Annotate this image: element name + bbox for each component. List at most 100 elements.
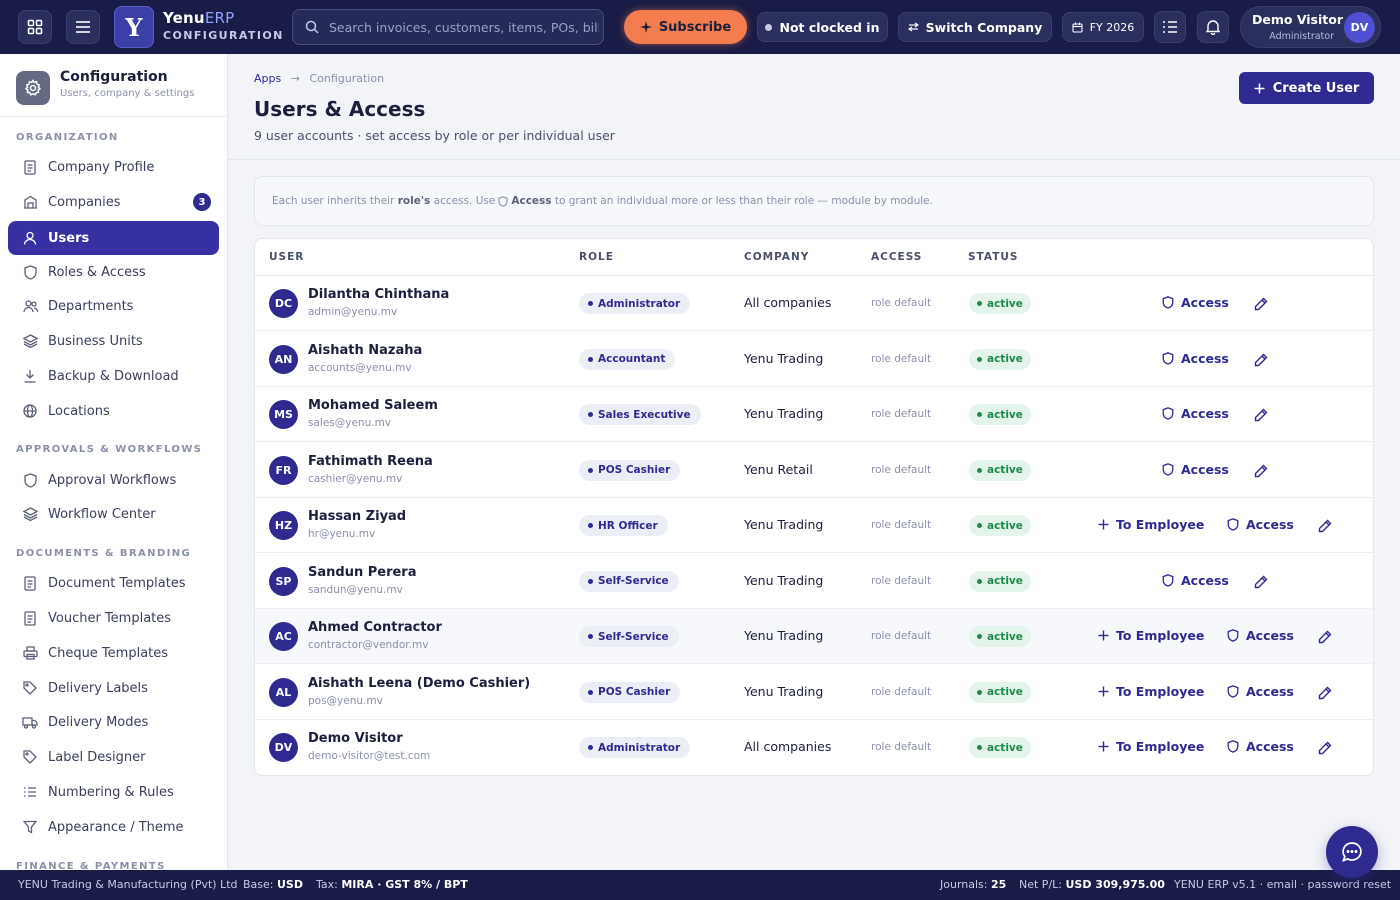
access-label: Access <box>1246 683 1294 699</box>
sidebar-item-label: Approval Workflows <box>48 472 177 488</box>
user-email: admin@yenu.mv <box>308 306 398 318</box>
status-badge: active <box>969 681 1031 703</box>
layers-icon <box>22 506 38 522</box>
breadcrumb-apps[interactable]: Apps <box>254 72 281 85</box>
plus-icon <box>1098 630 1109 641</box>
sidebar-item-label: Locations <box>48 403 110 419</box>
edit-icon[interactable] <box>1318 685 1332 699</box>
status-badge: active <box>969 570 1031 592</box>
sidebar-item-companies[interactable]: Companies 3 <box>8 185 219 219</box>
search-input[interactable] <box>329 19 599 35</box>
to-employee-button[interactable]: To Employee <box>1098 684 1204 699</box>
header-company: COMPANY <box>744 251 810 263</box>
search-icon <box>305 20 319 34</box>
sidebar-item-label-designer[interactable]: Label Designer <box>8 740 219 774</box>
create-user-button[interactable]: Create User <box>1239 72 1374 104</box>
truck-icon <box>22 714 38 730</box>
user-name: Hassan Ziyad <box>308 509 407 524</box>
access-button[interactable]: Access <box>1162 573 1229 588</box>
access-label: Access <box>1246 739 1294 754</box>
footer-net-pl: Net P/L: USD 309,975.00 <box>1019 878 1165 891</box>
global-search[interactable] <box>292 9 604 45</box>
table-header: USER ROLE COMPANY ACCESS STATUS <box>255 239 1373 276</box>
edit-icon[interactable] <box>1254 296 1268 311</box>
sidebar-item-company-profile[interactable]: Company Profile <box>8 150 219 184</box>
header-user: USER <box>269 251 305 263</box>
role-badge: Administrator <box>579 293 691 314</box>
sidebar-item-workflow-center[interactable]: Workflow Center <box>8 497 219 531</box>
footer-journals: Journals: 25 <box>940 878 1007 891</box>
plus-icon <box>1098 686 1109 696</box>
sidebar-item-cheque-templates[interactable]: Cheque Templates <box>8 636 219 670</box>
section-documents: DOCUMENTS & BRANDING <box>16 548 192 559</box>
subscribe-button[interactable]: Subscribe <box>624 10 747 44</box>
access-label: Access <box>1181 406 1229 421</box>
edit-icon[interactable] <box>1318 518 1332 533</box>
role-badge: Administrator <box>579 737 691 758</box>
subscribe-label: Subscribe <box>658 19 732 35</box>
user-name: Mohamed Saleem <box>308 398 438 413</box>
avatar: DV <box>269 733 298 762</box>
access-button[interactable]: Access <box>1162 295 1229 310</box>
to-employee-button[interactable]: To Employee <box>1098 628 1204 643</box>
user-email: sales@yenu.mv <box>308 417 392 429</box>
access-label: Access <box>1181 572 1229 588</box>
document-icon <box>22 159 38 175</box>
tasks-button[interactable] <box>1154 11 1186 43</box>
to-employee-button[interactable]: To Employee <box>1098 739 1204 754</box>
sidebar-item-departments[interactable]: Departments <box>8 289 219 323</box>
shield-icon <box>1162 573 1174 587</box>
sidebar-item-locations[interactable]: Locations <box>8 394 219 428</box>
sidebar-item-numbering[interactable]: Numbering & Rules <box>8 775 219 809</box>
sidebar-item-delivery-modes[interactable]: Delivery Modes <box>8 705 219 739</box>
table-row: HZ Hassan Ziyad hr@yenu.mv HR Officer Yenu T… <box>255 498 1373 553</box>
user-company: Yenu Trading <box>744 517 824 532</box>
users-icon <box>22 298 38 314</box>
role-badge: POS Cashier <box>579 681 681 703</box>
brand-logo-icon[interactable]: Y <box>114 6 154 48</box>
access-button[interactable]: Access <box>1227 684 1294 699</box>
role-badge: Sales Executive <box>579 404 701 425</box>
edit-icon[interactable] <box>1254 463 1268 477</box>
document-icon <box>22 610 38 626</box>
sidebar-item-approval-workflows[interactable]: Approval Workflows <box>8 463 219 497</box>
edit-icon[interactable] <box>1254 574 1268 588</box>
sidebar-item-roles[interactable]: Roles & Access <box>8 255 219 289</box>
access-button[interactable]: Access <box>1227 739 1294 754</box>
role-badge: POS Cashier <box>579 459 681 481</box>
sidebar-item-document-templates[interactable]: Document Templates <box>8 566 219 600</box>
sidebar-item-label: Business Units <box>48 333 143 349</box>
access-button[interactable]: Access <box>1227 517 1294 532</box>
edit-icon[interactable] <box>1254 352 1268 366</box>
profile-role: Administrator <box>1269 31 1334 42</box>
plus-icon <box>1098 519 1109 530</box>
sidebar-item-business-units[interactable]: Business Units <box>8 324 219 358</box>
notifications-button[interactable] <box>1197 11 1229 43</box>
user-access: role default <box>871 352 932 365</box>
sidebar-item-label: Voucher Templates <box>48 610 172 626</box>
edit-icon[interactable] <box>1254 407 1268 422</box>
access-button[interactable]: Access <box>1227 628 1294 643</box>
sidebar-item-delivery-labels[interactable]: Delivery Labels <box>8 671 219 705</box>
access-label: Access <box>1246 628 1294 643</box>
sidebar-item-appearance[interactable]: Appearance / Theme <box>8 810 219 844</box>
access-button[interactable]: Access <box>1162 406 1229 421</box>
menu-button[interactable] <box>66 10 100 44</box>
access-button[interactable]: Access <box>1162 351 1229 366</box>
switch-company-button[interactable]: Switch Company <box>898 12 1052 42</box>
chat-button[interactable] <box>1326 826 1378 878</box>
apps-grid-button[interactable] <box>18 10 52 44</box>
clock-status[interactable]: Not clocked in <box>757 12 888 42</box>
user-profile-menu[interactable]: Demo Visitor Administrator DV <box>1240 6 1381 48</box>
sidebar-item-users[interactable]: Users <box>8 221 219 255</box>
sidebar-item-voucher-templates[interactable]: Voucher Templates <box>8 601 219 635</box>
switch-company-label: Switch Company <box>925 19 1043 35</box>
page-subtitle: 9 user accounts · set access by role or … <box>254 128 615 143</box>
sidebar-item-backup[interactable]: Backup & Download <box>8 359 219 393</box>
fiscal-year-selector[interactable]: FY 2026 <box>1062 12 1144 42</box>
avatar: AN <box>269 344 298 374</box>
to-employee-button[interactable]: To Employee <box>1098 517 1204 532</box>
edit-icon[interactable] <box>1318 629 1332 644</box>
edit-icon[interactable] <box>1318 740 1332 755</box>
access-button[interactable]: Access <box>1162 462 1229 477</box>
